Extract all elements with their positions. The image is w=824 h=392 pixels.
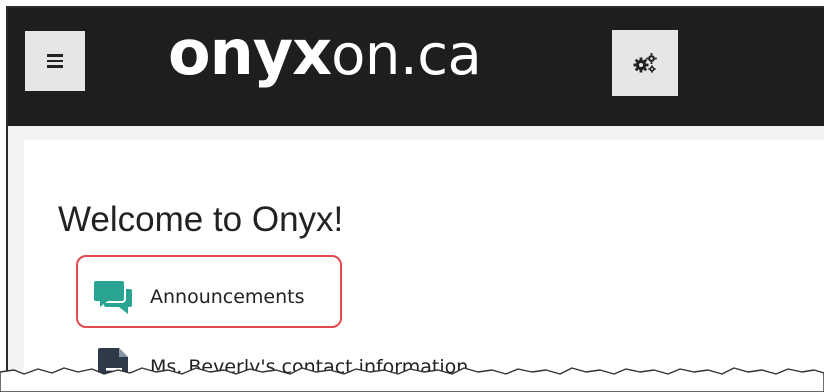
logo-light-text: on.ca <box>331 23 482 88</box>
announcements-link[interactable]: Announcements <box>94 277 305 317</box>
gears-icon <box>633 53 657 73</box>
app-window: onyx on.ca Welcome to Onyx! Announcement… <box>6 6 824 392</box>
logo-bold-text: onyx <box>168 16 332 89</box>
site-logo[interactable]: onyx on.ca <box>168 16 482 106</box>
top-navigation-bar: onyx on.ca <box>8 8 824 126</box>
torn-edge <box>0 367 824 392</box>
main-content: Welcome to Onyx! Announcements Ms. Bever… <box>24 140 824 392</box>
page-title: Welcome to Onyx! <box>58 200 344 239</box>
hamburger-menu-icon <box>47 51 63 71</box>
chat-bubbles-icon <box>94 281 132 314</box>
settings-button[interactable] <box>612 30 678 96</box>
announcements-label: Announcements <box>150 286 305 308</box>
menu-button[interactable] <box>25 31 85 91</box>
